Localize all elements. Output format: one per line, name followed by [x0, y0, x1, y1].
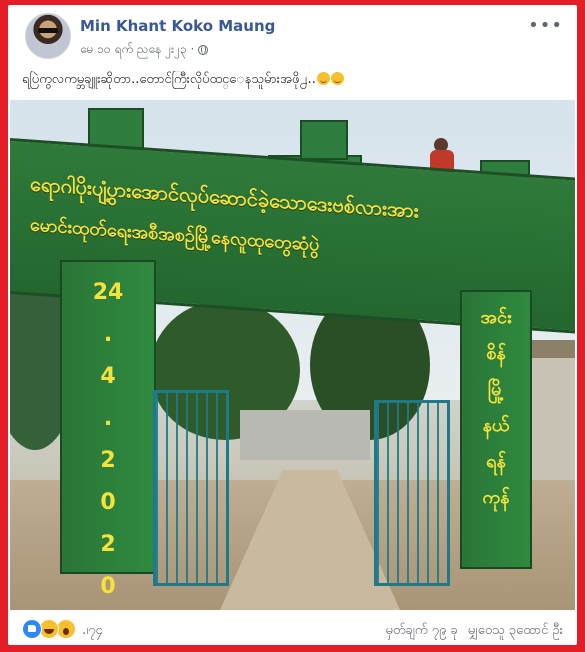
avatar[interactable]	[25, 13, 71, 59]
post-meta: မေ ၁၀ ရက် ညနေ ၂း၂၃ ·	[80, 41, 209, 59]
banner-line-2: မောင်းထုတ်ရေးအစီအစဉ်မြို့နေလူထုတွေဆုံပွဲ	[30, 214, 320, 256]
share-count[interactable]: မျှဝေသူ ၃ထောင် ဦး	[468, 622, 563, 641]
left-gate-pillar: 24 . 4 . 2 0 2 0	[60, 260, 156, 599]
reaction-count[interactable]: .၊၇၄	[82, 622, 103, 641]
post-stats: မှတ်ချက် ၇၉ ခု မျှဝေသူ ၃ထောင် ဦး	[385, 622, 563, 641]
post-body: ရပြဲကွလကမ္ဘချူးဆိုတာ..တောင်ကြီးလိုပ်ထင္ေ…	[22, 72, 316, 87]
smile-emoji-icon	[330, 72, 344, 85]
comment-count[interactable]: မှတ်ချက် ၇၉ ခု	[385, 622, 457, 641]
sunglasses-shape	[38, 28, 58, 33]
post-photo[interactable]: ရောဂါပိုးပျံ့ပွားအောင်လုပ်ဆောင်ခဲ့သောဒေး…	[10, 100, 575, 610]
more-options-icon[interactable]: •••	[528, 15, 563, 36]
post-timestamp[interactable]: မေ ၁၀ ရက် ညနေ ၂း၂၃ ·	[80, 41, 194, 59]
left-gate	[153, 390, 229, 586]
pillar-date: 24 . 4 . 2 0 2 0	[92, 280, 124, 599]
right-gate	[374, 400, 450, 586]
post-footer: .၊၇၄ မှတ်ချက် ၇၉ ခု မျှဝေသူ ၃ထောင် ဦး	[8, 613, 577, 645]
like-icon[interactable]	[22, 619, 42, 639]
loudspeaker	[300, 120, 348, 160]
post-text: ရပြဲကွလကမ္ဘချူးဆိုတာ..တောင်ကြီးလိုပ်ထင္ေ…	[22, 71, 565, 90]
globe-icon	[198, 45, 209, 55]
facebook-post-card: Min Khant Koko Maung မေ ၁၀ ရက် ညနေ ၂း၂၃ …	[8, 5, 577, 645]
pillar-location: အင်း စိန် မြို့ နယ် ရန် ကုန်	[480, 307, 512, 508]
building	[240, 410, 370, 460]
haha-icon[interactable]	[39, 619, 59, 639]
wow-icon[interactable]	[56, 619, 76, 639]
post-author-name[interactable]: Min Khant Koko Maung	[80, 17, 275, 35]
smile-emoji-icon	[316, 72, 330, 85]
right-gate-pillar: အင်း စိန် မြို့ နယ် ရန် ကုန်	[460, 290, 532, 569]
